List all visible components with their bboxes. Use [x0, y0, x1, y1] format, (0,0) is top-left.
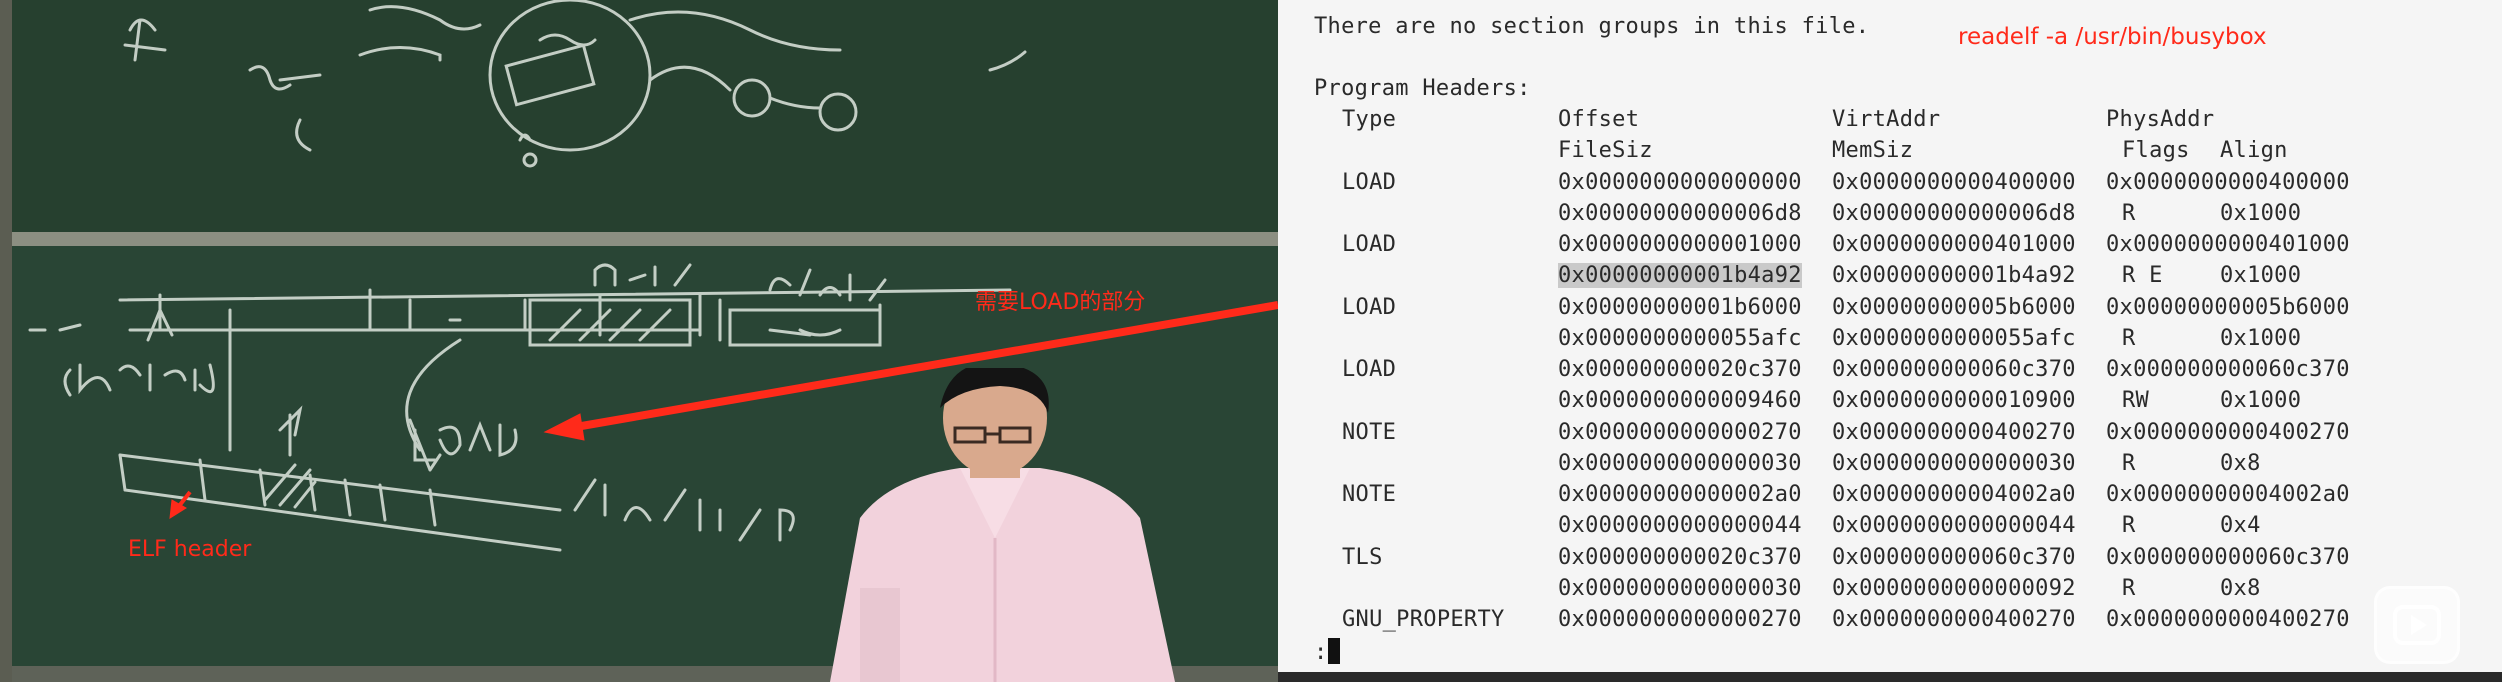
segment-flags: R [2122, 201, 2136, 226]
segment-filesiz: 0x0000000000000030 [1558, 451, 1802, 476]
col-header-align: Align [2220, 138, 2288, 163]
lecture-video: 需要LOAD的部分 ELF header [0, 0, 1278, 682]
play-icon [2393, 605, 2441, 645]
col-header-memsiz: MemSiz [1832, 138, 1914, 163]
segment-physaddr: 0x0000000000400000 [2106, 170, 2350, 195]
segment-memsiz: 0x0000000000000030 [1832, 451, 2076, 476]
pager-prompt-char: : [1314, 640, 1328, 665]
segment-align: 0x4 [2220, 513, 2261, 538]
segment-filesiz: 0x0000000000009460 [1558, 388, 1802, 413]
segment-memsiz: 0x0000000000000044 [1832, 513, 2076, 538]
segment-physaddr: 0x0000000000400270 [2106, 420, 2350, 445]
segment-filesiz-highlighted[interactable]: 0x00000000001b4a92 [1558, 263, 1802, 288]
segment-virtaddr: 0x0000000000401000 [1832, 232, 2076, 257]
program-headers-title: Program Headers: [1314, 76, 1531, 101]
col-header-flags: Flags [2122, 138, 2190, 163]
segment-memsiz: 0x0000000000000092 [1832, 576, 2076, 601]
segment-flags: RW [2122, 388, 2150, 413]
segment-physaddr: 0x000000000060c370 [2106, 357, 2350, 382]
segment-physaddr: 0x00000000005b6000 [2106, 295, 2350, 320]
segment-physaddr: 0x0000000000400270 [2106, 607, 2350, 632]
elf-header-annotation: ELF header [128, 537, 252, 562]
segment-flags: R E [2122, 263, 2163, 288]
no-section-groups-text: There are no section groups in this file… [1314, 14, 1870, 39]
segment-flags: R [2122, 513, 2136, 538]
segment-offset: 0x00000000000002a0 [1558, 482, 1802, 507]
segment-memsiz: 0x0000000000010900 [1832, 388, 2076, 413]
segment-filesiz: 0x0000000000055afc [1558, 326, 1802, 351]
command-annotation: readelf -a /usr/bin/busybox [1958, 24, 2267, 50]
segment-physaddr: 0x0000000000401000 [2106, 232, 2350, 257]
need-load-annotation: 需要LOAD的部分 [975, 290, 1146, 315]
col-header-physaddr: PhysAddr [2106, 107, 2215, 132]
segment-align: 0x1000 [2220, 263, 2302, 288]
segment-type: LOAD [1342, 232, 1397, 257]
segment-flags: R [2122, 451, 2136, 476]
segment-type: NOTE [1342, 482, 1397, 507]
segment-type: LOAD [1342, 170, 1397, 195]
col-header-virtaddr: VirtAddr [1832, 107, 1941, 132]
segment-virtaddr: 0x000000000060c370 [1832, 545, 2076, 570]
col-header-filesiz: FileSiz [1558, 138, 1653, 163]
video-progress-bar[interactable] [1278, 672, 2502, 682]
segment-virtaddr: 0x000000000060c370 [1832, 357, 2076, 382]
segment-align: 0x8 [2220, 576, 2261, 601]
segment-offset: 0x0000000000000000 [1558, 170, 1802, 195]
segment-offset: 0x00000000001b6000 [1558, 295, 1802, 320]
segment-physaddr: 0x000000000060c370 [2106, 545, 2350, 570]
pager-prompt[interactable]: : [1314, 638, 1340, 665]
segment-type: GNU_PROPERTY [1342, 607, 1505, 632]
segment-offset: 0x0000000000001000 [1558, 232, 1802, 257]
segment-type: TLS [1342, 545, 1383, 570]
segment-physaddr: 0x00000000004002a0 [2106, 482, 2350, 507]
segment-filesiz: 0x00000000000006d8 [1558, 201, 1802, 226]
segment-virtaddr: 0x0000000000400270 [1832, 420, 2076, 445]
segment-filesiz: 0x0000000000000044 [1558, 513, 1802, 538]
segment-memsiz: 0x00000000000006d8 [1832, 201, 2076, 226]
segment-offset: 0x000000000020c370 [1558, 545, 1802, 570]
segment-align: 0x1000 [2220, 388, 2302, 413]
segment-offset: 0x000000000020c370 [1558, 357, 1802, 382]
play-button[interactable] [2374, 586, 2460, 664]
segment-flags: R [2122, 576, 2136, 601]
col-header-offset: Offset [1558, 107, 1640, 132]
segment-align: 0x1000 [2220, 201, 2302, 226]
segment-offset: 0x0000000000000270 [1558, 607, 1802, 632]
segment-type: NOTE [1342, 420, 1397, 445]
text-cursor [1327, 638, 1340, 664]
segment-memsiz: 0x0000000000055afc [1832, 326, 2076, 351]
col-header-type: Type [1342, 107, 1397, 132]
segment-virtaddr: 0x0000000000400270 [1832, 607, 2076, 632]
segment-virtaddr: 0x0000000000400000 [1832, 170, 2076, 195]
segment-align: 0x8 [2220, 451, 2261, 476]
segment-align: 0x1000 [2220, 326, 2302, 351]
segment-offset: 0x0000000000000270 [1558, 420, 1802, 445]
segment-memsiz: 0x00000000001b4a92 [1832, 263, 2076, 288]
segment-filesiz: 0x0000000000000030 [1558, 576, 1802, 601]
lecturer-figure [830, 368, 1175, 682]
segment-virtaddr: 0x00000000004002a0 [1832, 482, 2076, 507]
segment-type: LOAD [1342, 295, 1397, 320]
segment-virtaddr: 0x00000000005b6000 [1832, 295, 2076, 320]
segment-flags: R [2122, 326, 2136, 351]
segment-type: LOAD [1342, 357, 1397, 382]
